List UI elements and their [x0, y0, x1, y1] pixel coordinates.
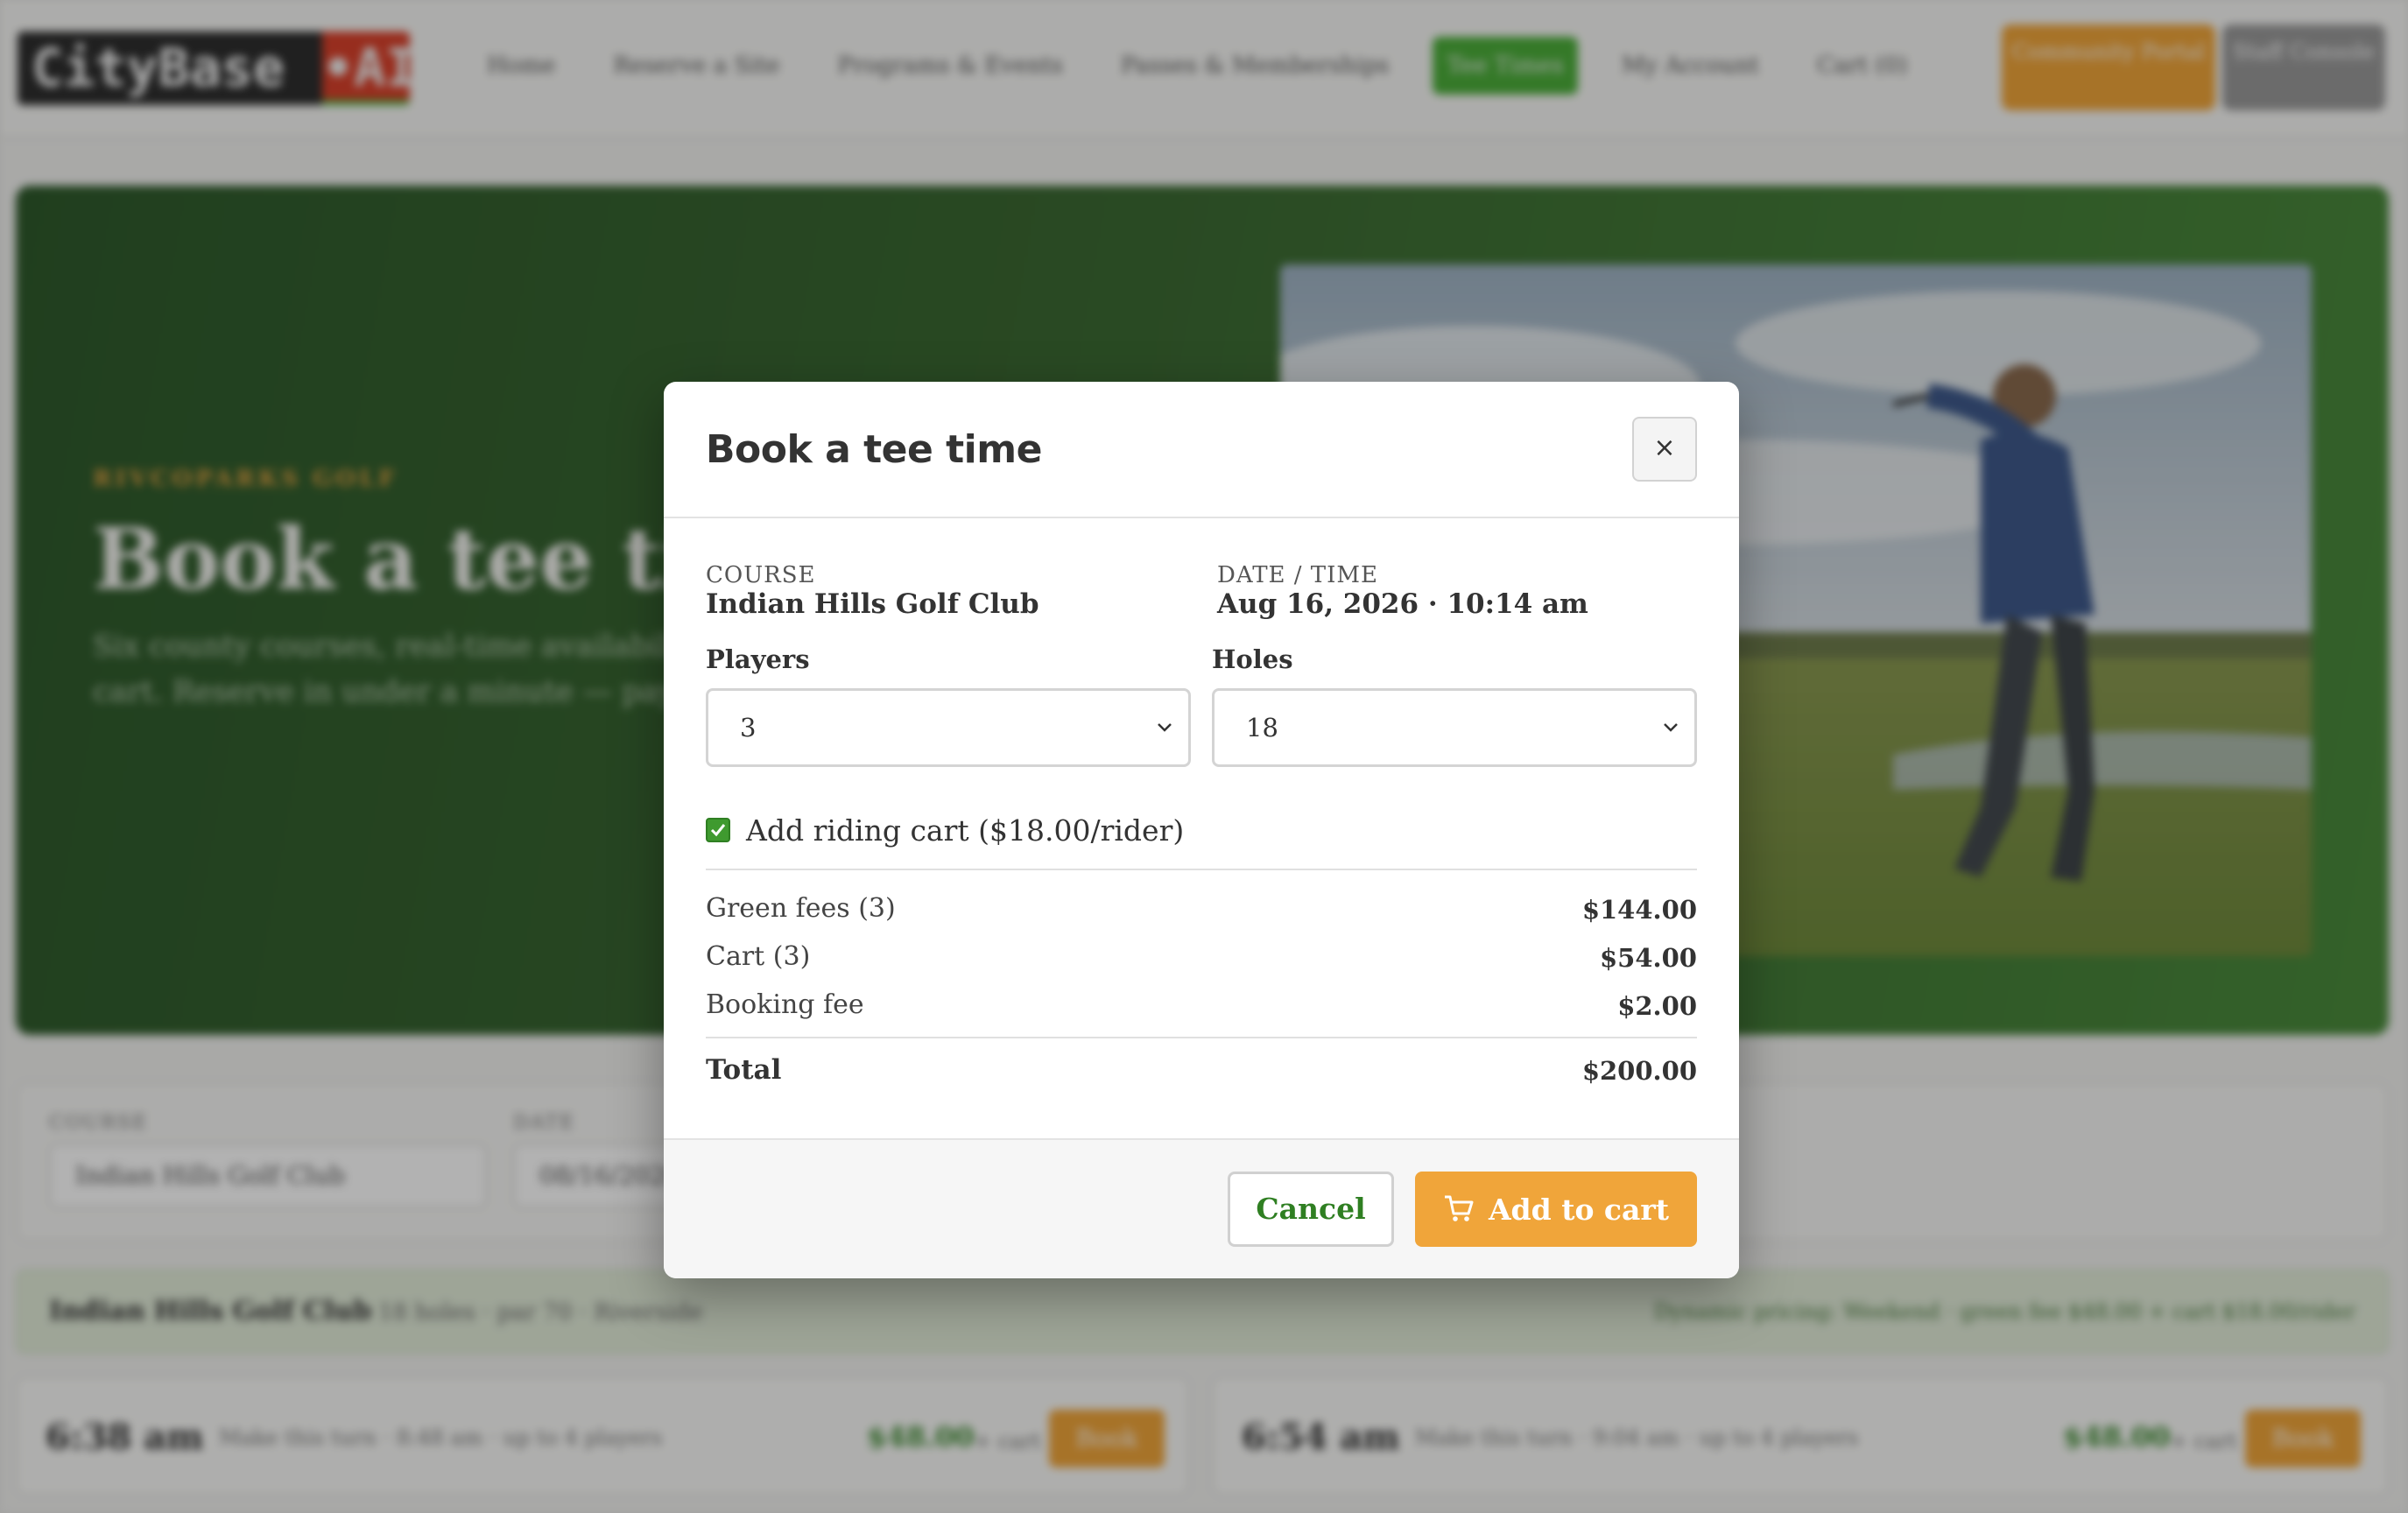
players-selected-value: 3	[740, 713, 757, 742]
riding-cart-checkbox[interactable]	[706, 818, 730, 842]
divider	[706, 1037, 1697, 1038]
add-to-cart-label: Add to cart	[1488, 1192, 1670, 1227]
cart-fee-amount: $54.00	[1600, 943, 1697, 973]
cancel-button[interactable]: Cancel	[1228, 1172, 1394, 1247]
green-fees-label: Green fees (3)	[706, 893, 896, 924]
riding-cart-option[interactable]: Add riding cart ($18.00/rider)	[706, 809, 1184, 851]
chevron-down-icon	[1664, 723, 1678, 732]
checkmark-icon	[710, 824, 726, 837]
course-label: COURSE	[706, 562, 816, 588]
holes-label: Holes	[1212, 644, 1293, 674]
chevron-down-icon	[1158, 723, 1172, 732]
players-label: Players	[706, 644, 810, 674]
total-label: Total	[706, 1054, 782, 1086]
holes-selected-value: 18	[1246, 713, 1278, 742]
add-to-cart-button[interactable]: Add to cart	[1415, 1172, 1697, 1247]
booking-fee-amount: $2.00	[1617, 991, 1697, 1021]
datetime-label: DATE / TIME	[1217, 562, 1379, 588]
divider	[706, 869, 1697, 870]
datetime-value: Aug 16, 2026 · 10:14 am	[1217, 588, 1588, 620]
booking-fee-label: Booking fee	[706, 989, 864, 1020]
total-amount: $200.00	[1581, 1056, 1697, 1086]
players-select[interactable]: 3	[706, 688, 1191, 767]
dialog-header: Book a tee time ×	[664, 382, 1739, 518]
shopping-cart-icon	[1444, 1195, 1474, 1221]
cart-fee-label: Cart (3)	[706, 941, 811, 972]
riding-cart-label: Add riding cart ($18.00/rider)	[746, 813, 1185, 848]
dialog-title: Book a tee time	[706, 427, 1042, 472]
holes-select[interactable]: 18	[1212, 688, 1697, 767]
green-fees-amount: $144.00	[1581, 895, 1697, 925]
book-tee-time-dialog: Book a tee time × COURSE Indian Hills Go…	[664, 382, 1739, 1278]
close-button[interactable]: ×	[1632, 417, 1697, 482]
dialog-footer: Cancel Add to cart	[664, 1138, 1739, 1278]
course-value: Indian Hills Golf Club	[706, 588, 1039, 620]
